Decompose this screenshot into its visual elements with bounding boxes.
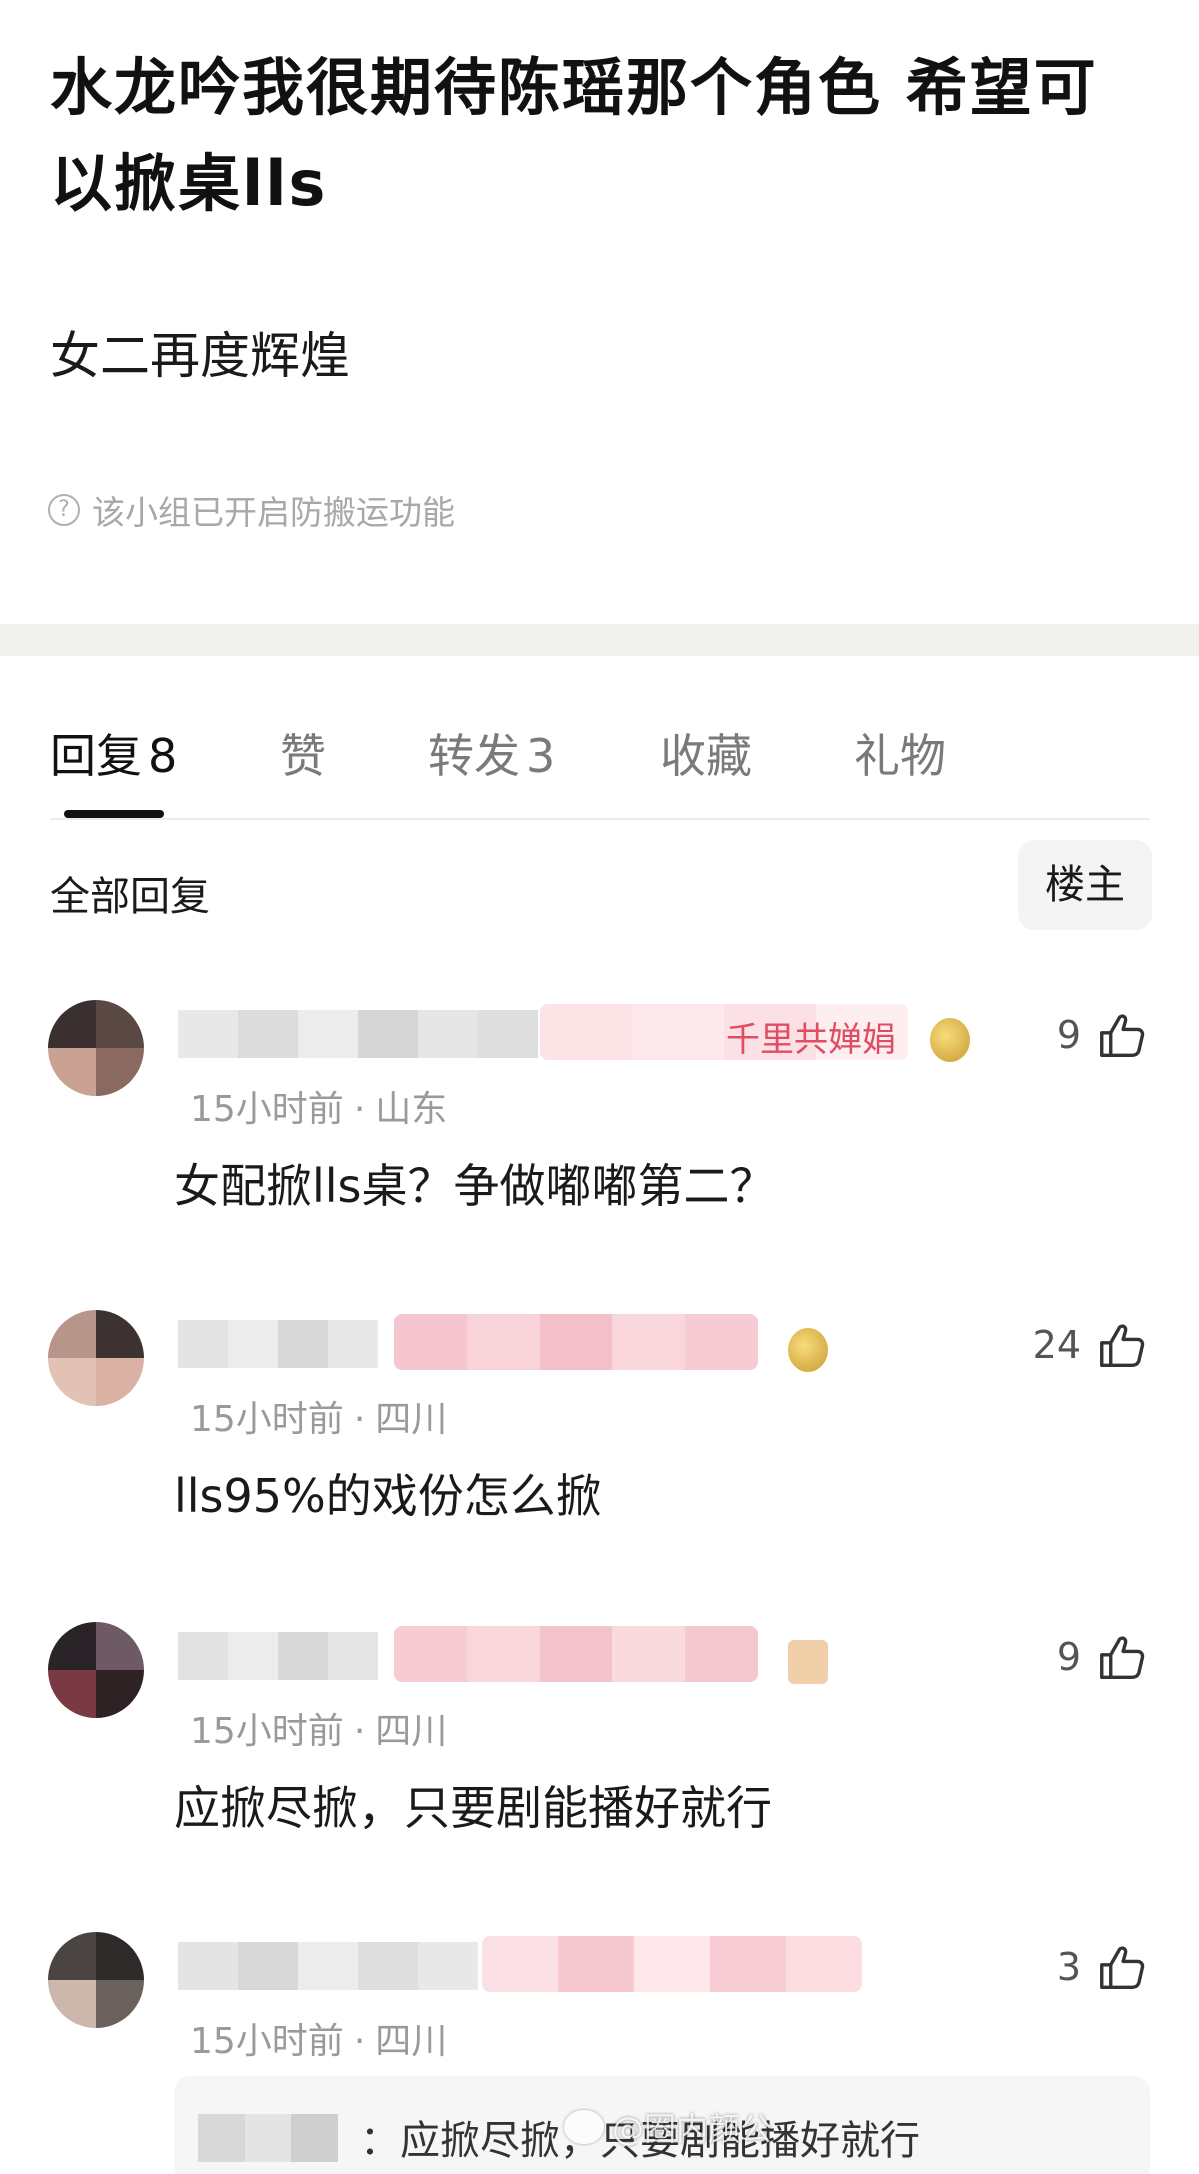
avatar[interactable] <box>48 1310 144 1406</box>
meta-separator: · <box>353 1399 366 1440</box>
all-replies-label: 全部回复 <box>50 874 210 920</box>
comment-meta: 15小时前 · 四川 <box>190 1390 447 1442</box>
avatar[interactable] <box>48 1932 144 2028</box>
thumbs-up-icon[interactable] <box>1095 1008 1149 1062</box>
user-badge <box>394 1626 758 1682</box>
reply-filter-row: 全部回复 楼主 <box>0 840 1199 930</box>
avatar[interactable] <box>48 1622 144 1718</box>
tab-favorites[interactable]: 收藏 <box>660 720 752 786</box>
like-count: 24 <box>1032 1323 1081 1367</box>
like-count: 3 <box>1056 1945 1081 1989</box>
anti-repost-notice: ? 该小组已开启防搬运功能 <box>48 486 455 534</box>
comment-content[interactable]: 应掀尽掀，只要剧能播好就行 <box>174 1772 772 1838</box>
comment-time: 15小时前 <box>190 1711 344 1752</box>
comment-item: 24 15小时前 · 四川 lls95%的戏份怎么掀 <box>0 1310 1199 1610</box>
tabs-divider <box>50 818 1150 820</box>
gift-icon <box>788 1640 828 1684</box>
weibo-watermark: @圈内颜公 <box>564 2104 772 2150</box>
user-badge: 千里共婵娟 <box>540 1004 908 1060</box>
medal-icon <box>788 1328 828 1372</box>
thumbs-up-icon[interactable] <box>1095 1318 1149 1372</box>
tab-replies-label: 回复 <box>50 729 142 783</box>
post-body: 女二再度辉煌 <box>50 327 350 385</box>
post-header: 水龙吟我很期待陈瑶那个角色 希望可以掀桌lls 女二再度辉煌 ? 该小组已开启防… <box>0 0 1199 624</box>
comment-content[interactable]: lls95%的戏份怎么掀 <box>174 1460 602 1526</box>
tab-gifts-label: 礼物 <box>854 729 946 783</box>
meta-separator: · <box>353 2021 366 2062</box>
like-count: 9 <box>1056 1013 1081 1057</box>
thumbs-up-icon[interactable] <box>1095 1940 1149 1994</box>
tab-replies-count: 8 <box>148 729 178 783</box>
section-divider <box>0 624 1199 656</box>
tab-reposts[interactable]: 转发 3 <box>428 720 555 786</box>
comment-content[interactable]: 女配掀lls桌？争做嘟嘟第二？ <box>174 1150 776 1216</box>
tab-likes-label: 赞 <box>280 729 326 783</box>
watermark-text: @圈内颜公 <box>612 2110 773 2148</box>
comment-meta: 15小时前 · 四川 <box>190 1702 447 1754</box>
tab-replies[interactable]: 回复 8 <box>50 720 177 786</box>
op-only-button[interactable]: 楼主 <box>1018 840 1152 930</box>
username-redacted[interactable] <box>178 1320 378 1368</box>
post-title: 水龙吟我很期待陈瑶那个角色 希望可以掀桌lls <box>50 51 1098 220</box>
meta-separator: · <box>353 1711 366 1752</box>
comment-location: 山东 <box>375 1089 448 1130</box>
comment-time: 15小时前 <box>190 2021 344 2062</box>
user-badge <box>482 1936 862 1992</box>
like-count: 9 <box>1056 1635 1081 1679</box>
tab-likes[interactable]: 赞 <box>280 720 326 786</box>
interaction-tabs: 回复 8 赞 转发 3 收藏 礼物 <box>0 700 1199 820</box>
comment-location: 四川 <box>375 1399 448 1440</box>
comment-time: 15小时前 <box>190 1399 344 1440</box>
like-control[interactable]: 3 <box>1057 1940 1149 1994</box>
like-control[interactable]: 9 <box>1057 1630 1149 1684</box>
tab-favorites-label: 收藏 <box>660 729 752 783</box>
username-redacted[interactable] <box>178 1942 478 1990</box>
avatar[interactable] <box>48 1000 144 1096</box>
username-redacted[interactable] <box>178 1010 538 1058</box>
question-circle-icon: ? <box>48 494 80 526</box>
tab-reposts-count: 3 <box>526 729 556 783</box>
comment-item: 9 15小时前 · 四川 应掀尽掀，只要剧能播好就行 <box>0 1622 1199 1922</box>
tab-reposts-label: 转发 <box>428 729 520 783</box>
meta-separator: · <box>353 1089 366 1130</box>
comment-location: 四川 <box>375 1711 448 1752</box>
comment-meta: 15小时前 · 山东 <box>190 1080 447 1132</box>
notice-text: 该小组已开启防搬运功能 <box>92 493 455 532</box>
comment-location: 四川 <box>375 2021 448 2062</box>
username-redacted[interactable] <box>178 1632 378 1680</box>
comment-meta: 15小时前 · 四川 <box>190 2012 447 2064</box>
thumbs-up-icon[interactable] <box>1095 1630 1149 1684</box>
comment-item: 千里共婵娟 9 15小时前 · 山东 女配掀lls桌？争做嘟嘟第二？ <box>0 1000 1199 1300</box>
badge-text: 千里共婵娟 <box>726 1020 896 1060</box>
like-control[interactable]: 24 <box>1033 1318 1149 1372</box>
quoted-username-redacted <box>198 2114 339 2162</box>
user-badge <box>394 1314 758 1370</box>
active-tab-indicator <box>64 810 164 818</box>
medal-icon <box>930 1018 970 1062</box>
comment-time: 15小时前 <box>190 1089 344 1130</box>
weibo-logo-icon <box>564 2110 604 2144</box>
tab-gifts[interactable]: 礼物 <box>854 720 946 786</box>
like-control[interactable]: 9 <box>1057 1008 1149 1062</box>
